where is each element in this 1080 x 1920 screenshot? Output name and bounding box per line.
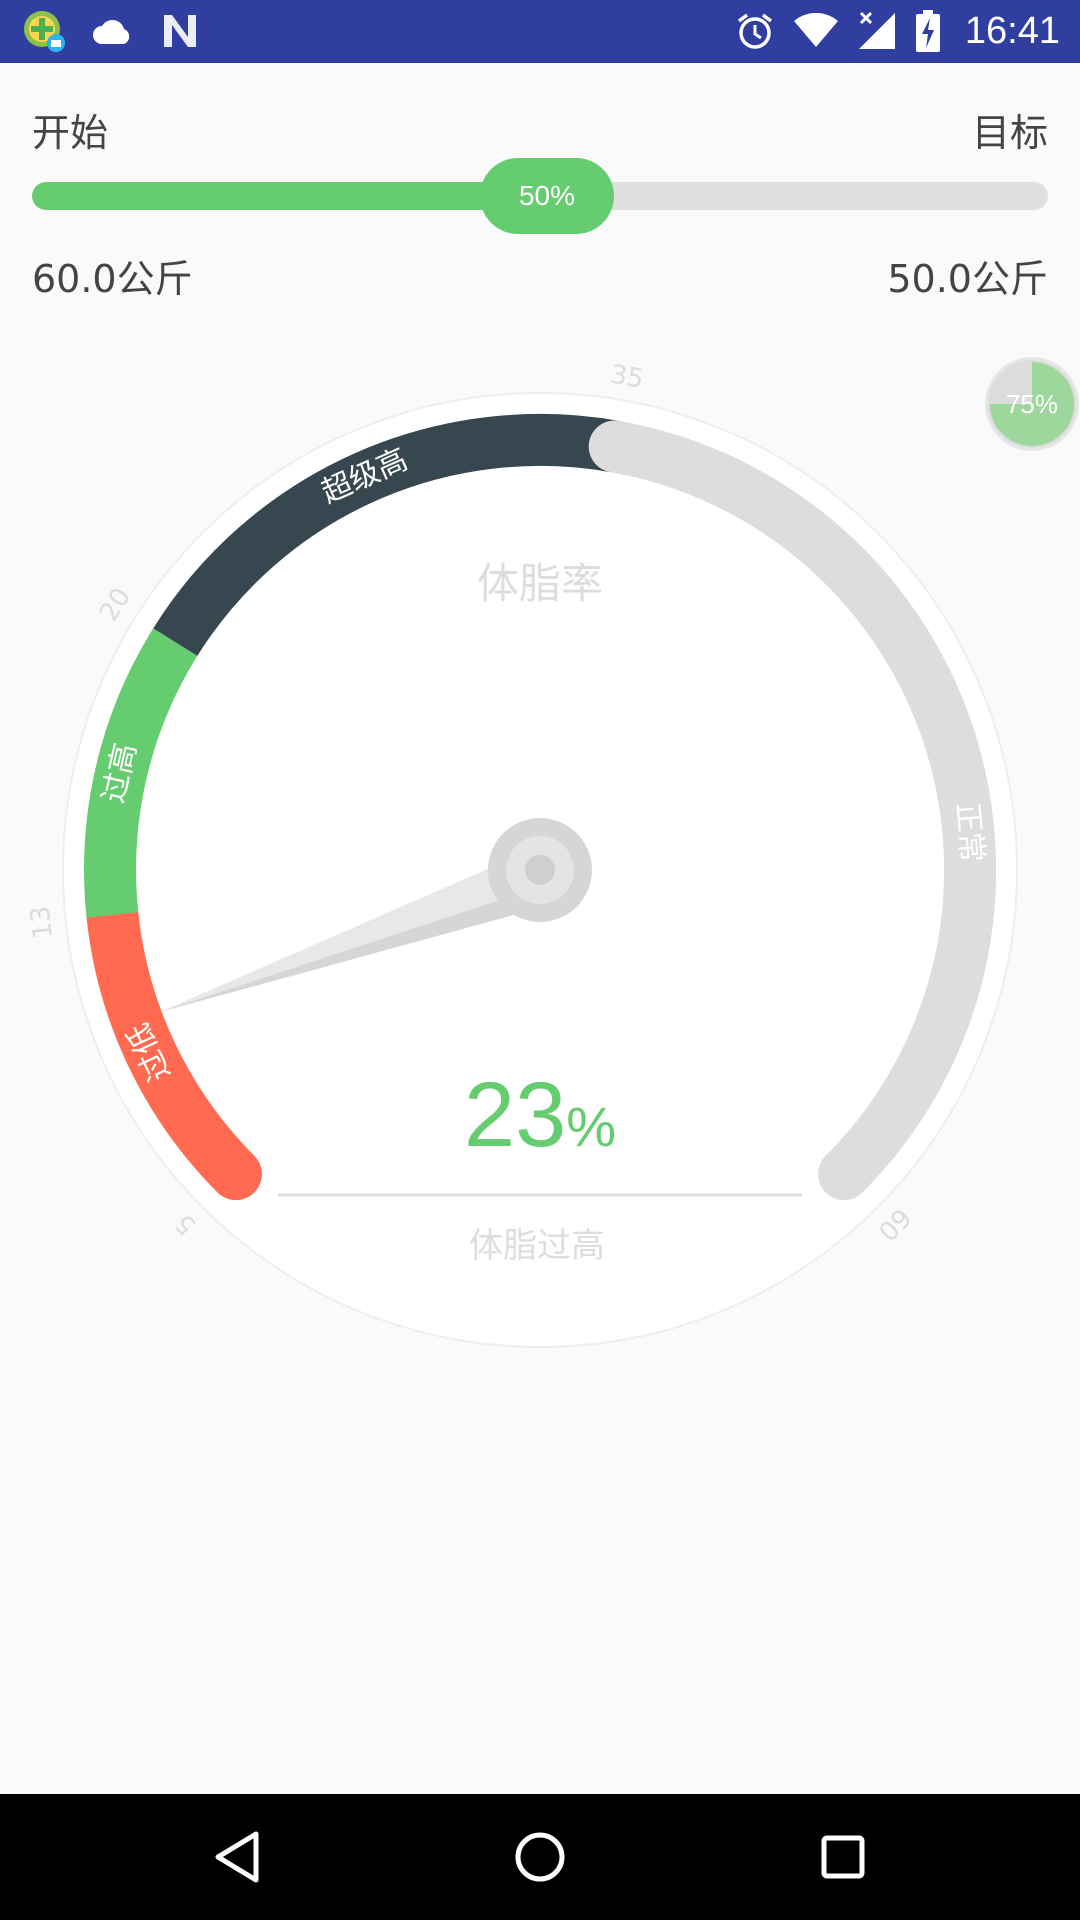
status-time: 16:41 <box>964 9 1060 52</box>
tick-label-5: 5 <box>170 1207 203 1240</box>
status-bar: 16:41 <box>0 0 1080 63</box>
alarm-icon <box>737 13 772 49</box>
nav-recents-button[interactable] <box>773 1794 913 1920</box>
wifi-icon <box>793 13 838 47</box>
signal-icon <box>858 11 895 49</box>
app-plus-icon <box>24 11 65 52</box>
progress-thumb[interactable]: 50% <box>480 158 614 234</box>
gauge-title: 体脂率 <box>477 559 603 608</box>
cloud-icon <box>93 20 130 44</box>
recents-icon <box>821 1835 865 1879</box>
tick-label-60: 60 <box>872 1202 917 1247</box>
gauge-value: 23 <box>464 1064 566 1166</box>
battery-charging-icon <box>915 10 940 52</box>
progress-fill <box>32 182 540 210</box>
segment-normal-label: 正常 <box>949 801 989 864</box>
start-label: 开始 <box>32 111 109 155</box>
start-weight: 60.0公斤 <box>32 257 193 301</box>
gauge-status: 体脂过高 <box>469 1226 605 1266</box>
tick-label-13: 13 <box>26 904 59 940</box>
navigation-bar <box>0 1794 1080 1920</box>
tick-label-35: 35 <box>608 359 646 394</box>
progress-percent-label: 50% <box>518 180 576 211</box>
home-icon <box>515 1832 565 1882</box>
nav-back-button[interactable] <box>167 1794 307 1920</box>
tick-label-20: 20 <box>94 583 137 627</box>
gauge-unit: % <box>566 1095 616 1158</box>
target-weight: 50.0公斤 <box>887 257 1048 301</box>
back-icon <box>215 1831 259 1883</box>
target-label: 目标 <box>971 111 1048 155</box>
n-logo-icon <box>164 15 196 47</box>
body-fat-gauge: 过低 过高 超级高 正常 5 13 20 35 60 体脂率 23% 体脂过高 <box>26 359 1018 1348</box>
nav-home-button[interactable] <box>470 1794 610 1920</box>
